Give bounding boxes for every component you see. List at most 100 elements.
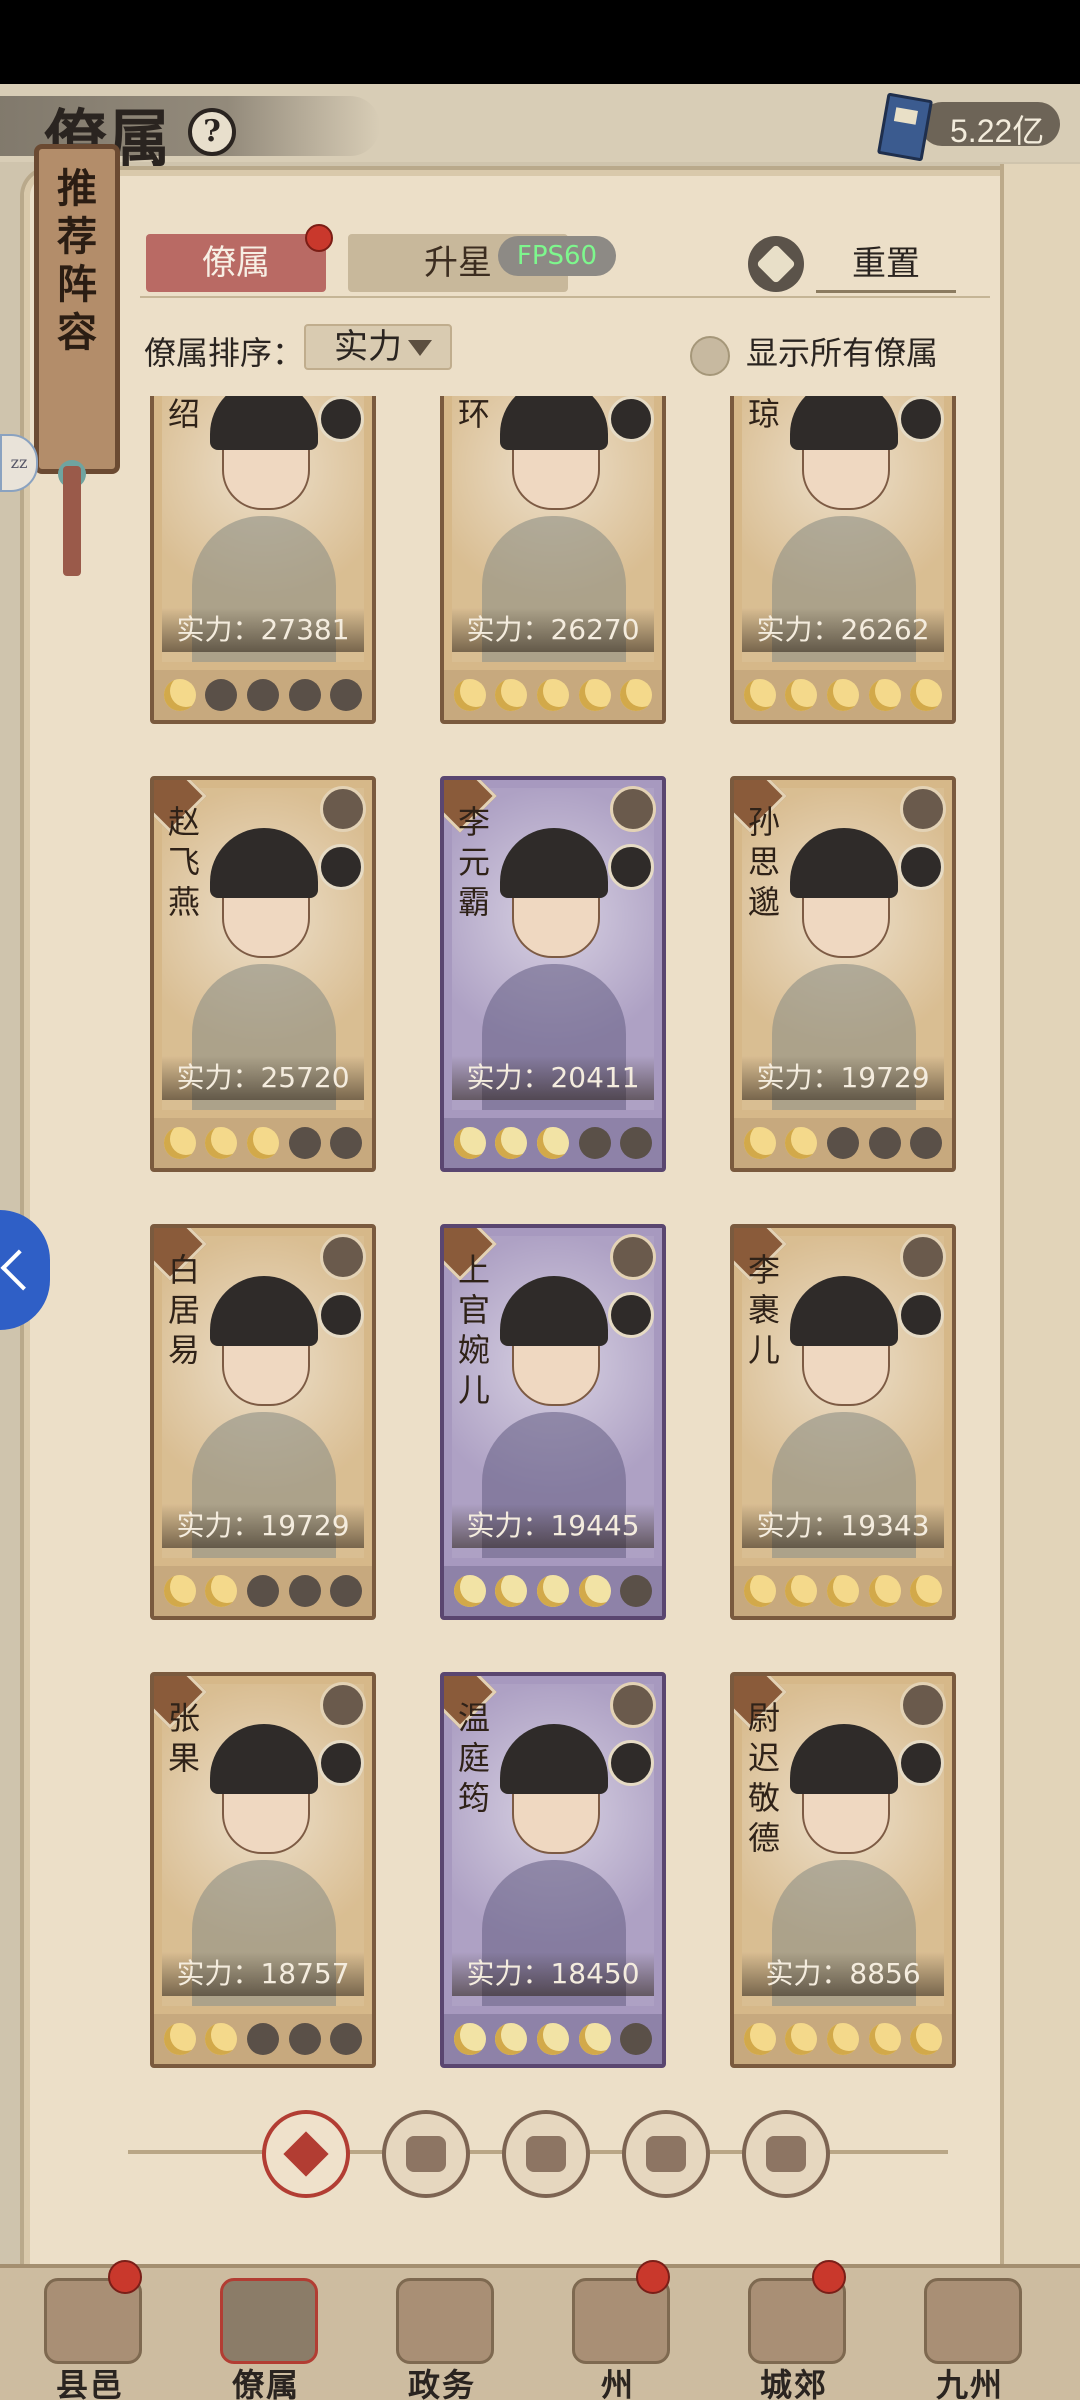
- power-prefix: 实力：: [466, 1509, 551, 1542]
- moon-star-icon: [246, 1575, 279, 1607]
- filter-all-icon[interactable]: [262, 2110, 350, 2198]
- retainer-hair: [210, 396, 318, 450]
- nav-nine-provinces-label: 九州: [935, 2366, 1004, 2400]
- filter-helmet-icon[interactable]: [382, 2110, 470, 2198]
- retainer-card[interactable]: 孙思邈 实力：19729: [730, 776, 956, 1172]
- moon-star-icon: [578, 679, 611, 711]
- retainer-card[interactable]: 李元霸 实力：20411: [440, 776, 666, 1172]
- retainer-card[interactable]: 尉迟敬德 实力：8856: [730, 1672, 956, 2068]
- retainer-card[interactable]: 赵飞燕 实力：25720: [150, 776, 376, 1172]
- faction-icon: [320, 1234, 366, 1280]
- retainer-card[interactable]: 瑶环实力：26270: [440, 396, 666, 724]
- faction-icon: [900, 786, 946, 832]
- book-currency-icon[interactable]: [876, 92, 934, 162]
- reset-button[interactable]: 重置: [816, 238, 956, 293]
- nav-suburbs[interactable]: 城郊: [714, 2260, 874, 2400]
- nav-prefecture[interactable]: 州: [538, 2260, 698, 2400]
- retainer-card[interactable]: 柴绍实力：27381: [150, 396, 376, 724]
- moon-star-icon: [163, 2023, 196, 2055]
- moon-star-icon: [743, 1127, 776, 1159]
- companion-avatar: [608, 396, 654, 442]
- power-prefix: 实力：: [466, 1957, 551, 1990]
- nav-county-label: 县邑: [55, 2366, 124, 2400]
- moon-star-icon: [743, 2023, 776, 2055]
- power-value: 20411: [550, 1061, 640, 1094]
- star-rating: [734, 1566, 952, 1616]
- retainer-card[interactable]: 秦琼实力：26262: [730, 396, 956, 724]
- moon-star-icon: [826, 1575, 859, 1607]
- moon-star-icon: [536, 679, 569, 711]
- moon-star-icon: [163, 1575, 196, 1607]
- recommended-lineup-label: 推荐阵容: [57, 165, 97, 356]
- retainer-hair: [500, 1276, 608, 1346]
- nav-affairs-label: 政务: [407, 2366, 476, 2400]
- retainer-power: 实力：20411: [452, 1056, 654, 1100]
- retainer-name: 柴绍: [167, 396, 200, 433]
- power-prefix: 实力：: [756, 1061, 841, 1094]
- power-value: 26262: [840, 613, 930, 646]
- reset-icon[interactable]: [748, 236, 804, 292]
- recommended-lineup-scroll[interactable]: 推荐阵容: [34, 144, 120, 474]
- retainer-hair: [790, 1724, 898, 1794]
- moon-star-icon: [620, 1575, 653, 1607]
- retainer-hair: [210, 1724, 318, 1794]
- moon-star-icon: [868, 1127, 901, 1159]
- retainers-scroll-icon: [220, 2278, 318, 2364]
- star-rating: [734, 2014, 952, 2064]
- moon-star-icon: [826, 1127, 859, 1159]
- moon-star-icon: [868, 2023, 901, 2055]
- nav-nine-provinces[interactable]: 九州: [890, 2268, 1050, 2400]
- retainer-card[interactable]: 张果 实力：18757: [150, 1672, 376, 2068]
- nav-prefecture-label: 州: [600, 2366, 635, 2400]
- power-value: 19445: [550, 1509, 640, 1542]
- filter-beast-icon[interactable]: [502, 2110, 590, 2198]
- moon-star-icon: [868, 1575, 901, 1607]
- companion-avatar: [898, 396, 944, 442]
- show-all-checkbox[interactable]: [690, 336, 730, 376]
- tassel: [63, 466, 81, 576]
- power-prefix: 实力：: [466, 1061, 551, 1094]
- page-fold-decoration: [1000, 164, 1080, 2264]
- moon-star-icon: [205, 679, 238, 711]
- power-prefix: 实力：: [176, 1061, 261, 1094]
- moon-star-icon: [495, 679, 528, 711]
- companion-avatar: [318, 1740, 364, 1786]
- moon-star-icon: [785, 1575, 818, 1607]
- nav-county[interactable]: 县邑: [10, 2260, 170, 2400]
- star-rating: [154, 1118, 372, 1168]
- show-all-label: 显示所有僚属: [746, 334, 939, 372]
- star-rating: [444, 670, 662, 720]
- faction-icon: [610, 786, 656, 832]
- companion-avatar: [318, 396, 364, 442]
- star-rating: [444, 1118, 662, 1168]
- retainer-card[interactable]: 李裹儿 实力：19343: [730, 1224, 956, 1620]
- star-rating: [734, 1118, 952, 1168]
- tab-retainers[interactable]: 僚属: [146, 234, 326, 292]
- moon-star-icon: [330, 1127, 363, 1159]
- filter-lion-icon[interactable]: [742, 2110, 830, 2198]
- retainer-hair: [790, 396, 898, 450]
- retainer-power: 实力：18450: [452, 1952, 654, 1996]
- nav-affairs[interactable]: 政务: [362, 2268, 522, 2400]
- retainer-power: 实力：19445: [452, 1504, 654, 1548]
- retainer-card[interactable]: 温庭筠 实力：18450: [440, 1672, 666, 2068]
- nav-retainers[interactable]: 僚属: [186, 2268, 346, 2400]
- moon-star-icon: [620, 2023, 653, 2055]
- filter-fan-icon[interactable]: [622, 2110, 710, 2198]
- power-value: 26270: [550, 613, 640, 646]
- help-icon[interactable]: ?: [188, 108, 236, 156]
- power-value: 27381: [260, 613, 350, 646]
- retainer-card[interactable]: 上官婉儿 实力：19445: [440, 1224, 666, 1620]
- retainer-power: 实力：27381: [162, 608, 364, 652]
- moon-star-icon: [910, 2023, 943, 2055]
- moon-star-icon: [330, 1575, 363, 1607]
- retainer-power: 实力：18757: [162, 1952, 364, 1996]
- power-value: 8856: [849, 1957, 921, 1990]
- star-rating: [154, 1566, 372, 1616]
- moon-star-icon: [495, 1127, 528, 1159]
- tab-notification-dot: [305, 224, 333, 252]
- retainer-card[interactable]: 白居易 实力：19729: [150, 1224, 376, 1620]
- moon-star-icon: [453, 1127, 486, 1159]
- moon-star-icon: [495, 1575, 528, 1607]
- power-value: 19729: [840, 1061, 930, 1094]
